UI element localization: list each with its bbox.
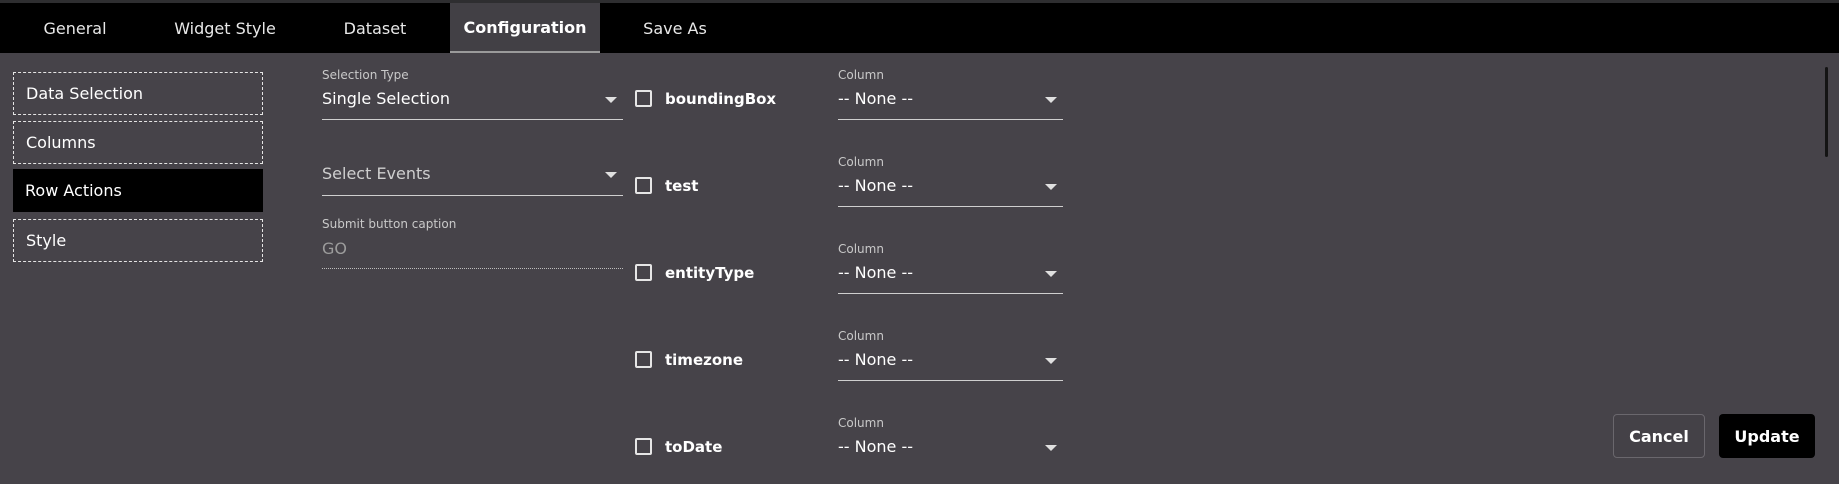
column-label: Column bbox=[838, 155, 884, 169]
chevron-down-icon[interactable] bbox=[605, 97, 617, 103]
column-select-timezone[interactable]: -- None -- bbox=[838, 350, 913, 369]
selection-type-label: Selection Type bbox=[322, 68, 409, 82]
checkbox-boundingbox[interactable] bbox=[635, 90, 652, 107]
column-label: Column bbox=[838, 242, 884, 256]
column-select-entitytype[interactable]: -- None -- bbox=[838, 263, 913, 282]
field-name-todate: toDate bbox=[665, 438, 723, 456]
column-label: Column bbox=[838, 68, 884, 82]
chevron-down-icon[interactable] bbox=[1045, 271, 1057, 277]
tab-widget-style[interactable]: Widget Style bbox=[158, 3, 292, 53]
sidebar-item-columns[interactable]: Columns bbox=[13, 121, 263, 164]
top-tab-bar: General Widget Style Dataset Configurati… bbox=[0, 0, 1839, 53]
checkbox-timezone[interactable] bbox=[635, 351, 652, 368]
update-button[interactable]: Update bbox=[1719, 414, 1815, 458]
column-underline bbox=[838, 293, 1063, 294]
selection-type-underline bbox=[322, 119, 623, 120]
checkbox-test[interactable] bbox=[635, 177, 652, 194]
submit-caption-underline bbox=[322, 268, 623, 269]
cancel-button[interactable]: Cancel bbox=[1613, 414, 1705, 458]
chevron-down-icon[interactable] bbox=[1045, 445, 1057, 451]
checkbox-entitytype[interactable] bbox=[635, 264, 652, 281]
field-name-timezone: timezone bbox=[665, 351, 744, 369]
column-select-boundingbox[interactable]: -- None -- bbox=[838, 89, 913, 108]
select-events-underline bbox=[322, 195, 623, 196]
column-select-todate[interactable]: -- None -- bbox=[838, 437, 913, 456]
column-label: Column bbox=[838, 329, 884, 343]
selection-type-select[interactable]: Single Selection bbox=[322, 89, 450, 108]
chevron-down-icon[interactable] bbox=[605, 172, 617, 178]
tab-dataset[interactable]: Dataset bbox=[320, 3, 430, 53]
checkbox-todate[interactable] bbox=[635, 438, 652, 455]
submit-caption-label: Submit button caption bbox=[322, 217, 457, 231]
tab-general[interactable]: General bbox=[22, 3, 128, 53]
chevron-down-icon[interactable] bbox=[1045, 358, 1057, 364]
chevron-down-icon[interactable] bbox=[1045, 184, 1057, 190]
column-underline bbox=[838, 119, 1063, 120]
field-name-test: test bbox=[665, 177, 699, 195]
column-underline bbox=[838, 206, 1063, 207]
field-name-entitytype: entityType bbox=[665, 264, 755, 282]
sidebar-item-row-actions[interactable]: Row Actions bbox=[13, 169, 263, 212]
tab-configuration[interactable]: Configuration bbox=[450, 3, 600, 53]
column-select-test[interactable]: -- None -- bbox=[838, 176, 913, 195]
column-underline bbox=[838, 380, 1063, 381]
tab-save-as[interactable]: Save As bbox=[625, 3, 725, 53]
field-name-boundingbox: boundingBox bbox=[665, 90, 777, 108]
select-events-select[interactable]: Select Events bbox=[322, 164, 431, 183]
sidebar-item-data-selection[interactable]: Data Selection bbox=[13, 72, 263, 115]
column-label: Column bbox=[838, 416, 884, 430]
submit-caption-input[interactable]: GO bbox=[322, 239, 347, 258]
chevron-down-icon[interactable] bbox=[1045, 97, 1057, 103]
sidebar-item-style[interactable]: Style bbox=[13, 219, 263, 262]
vertical-scrollbar[interactable] bbox=[1825, 67, 1828, 157]
